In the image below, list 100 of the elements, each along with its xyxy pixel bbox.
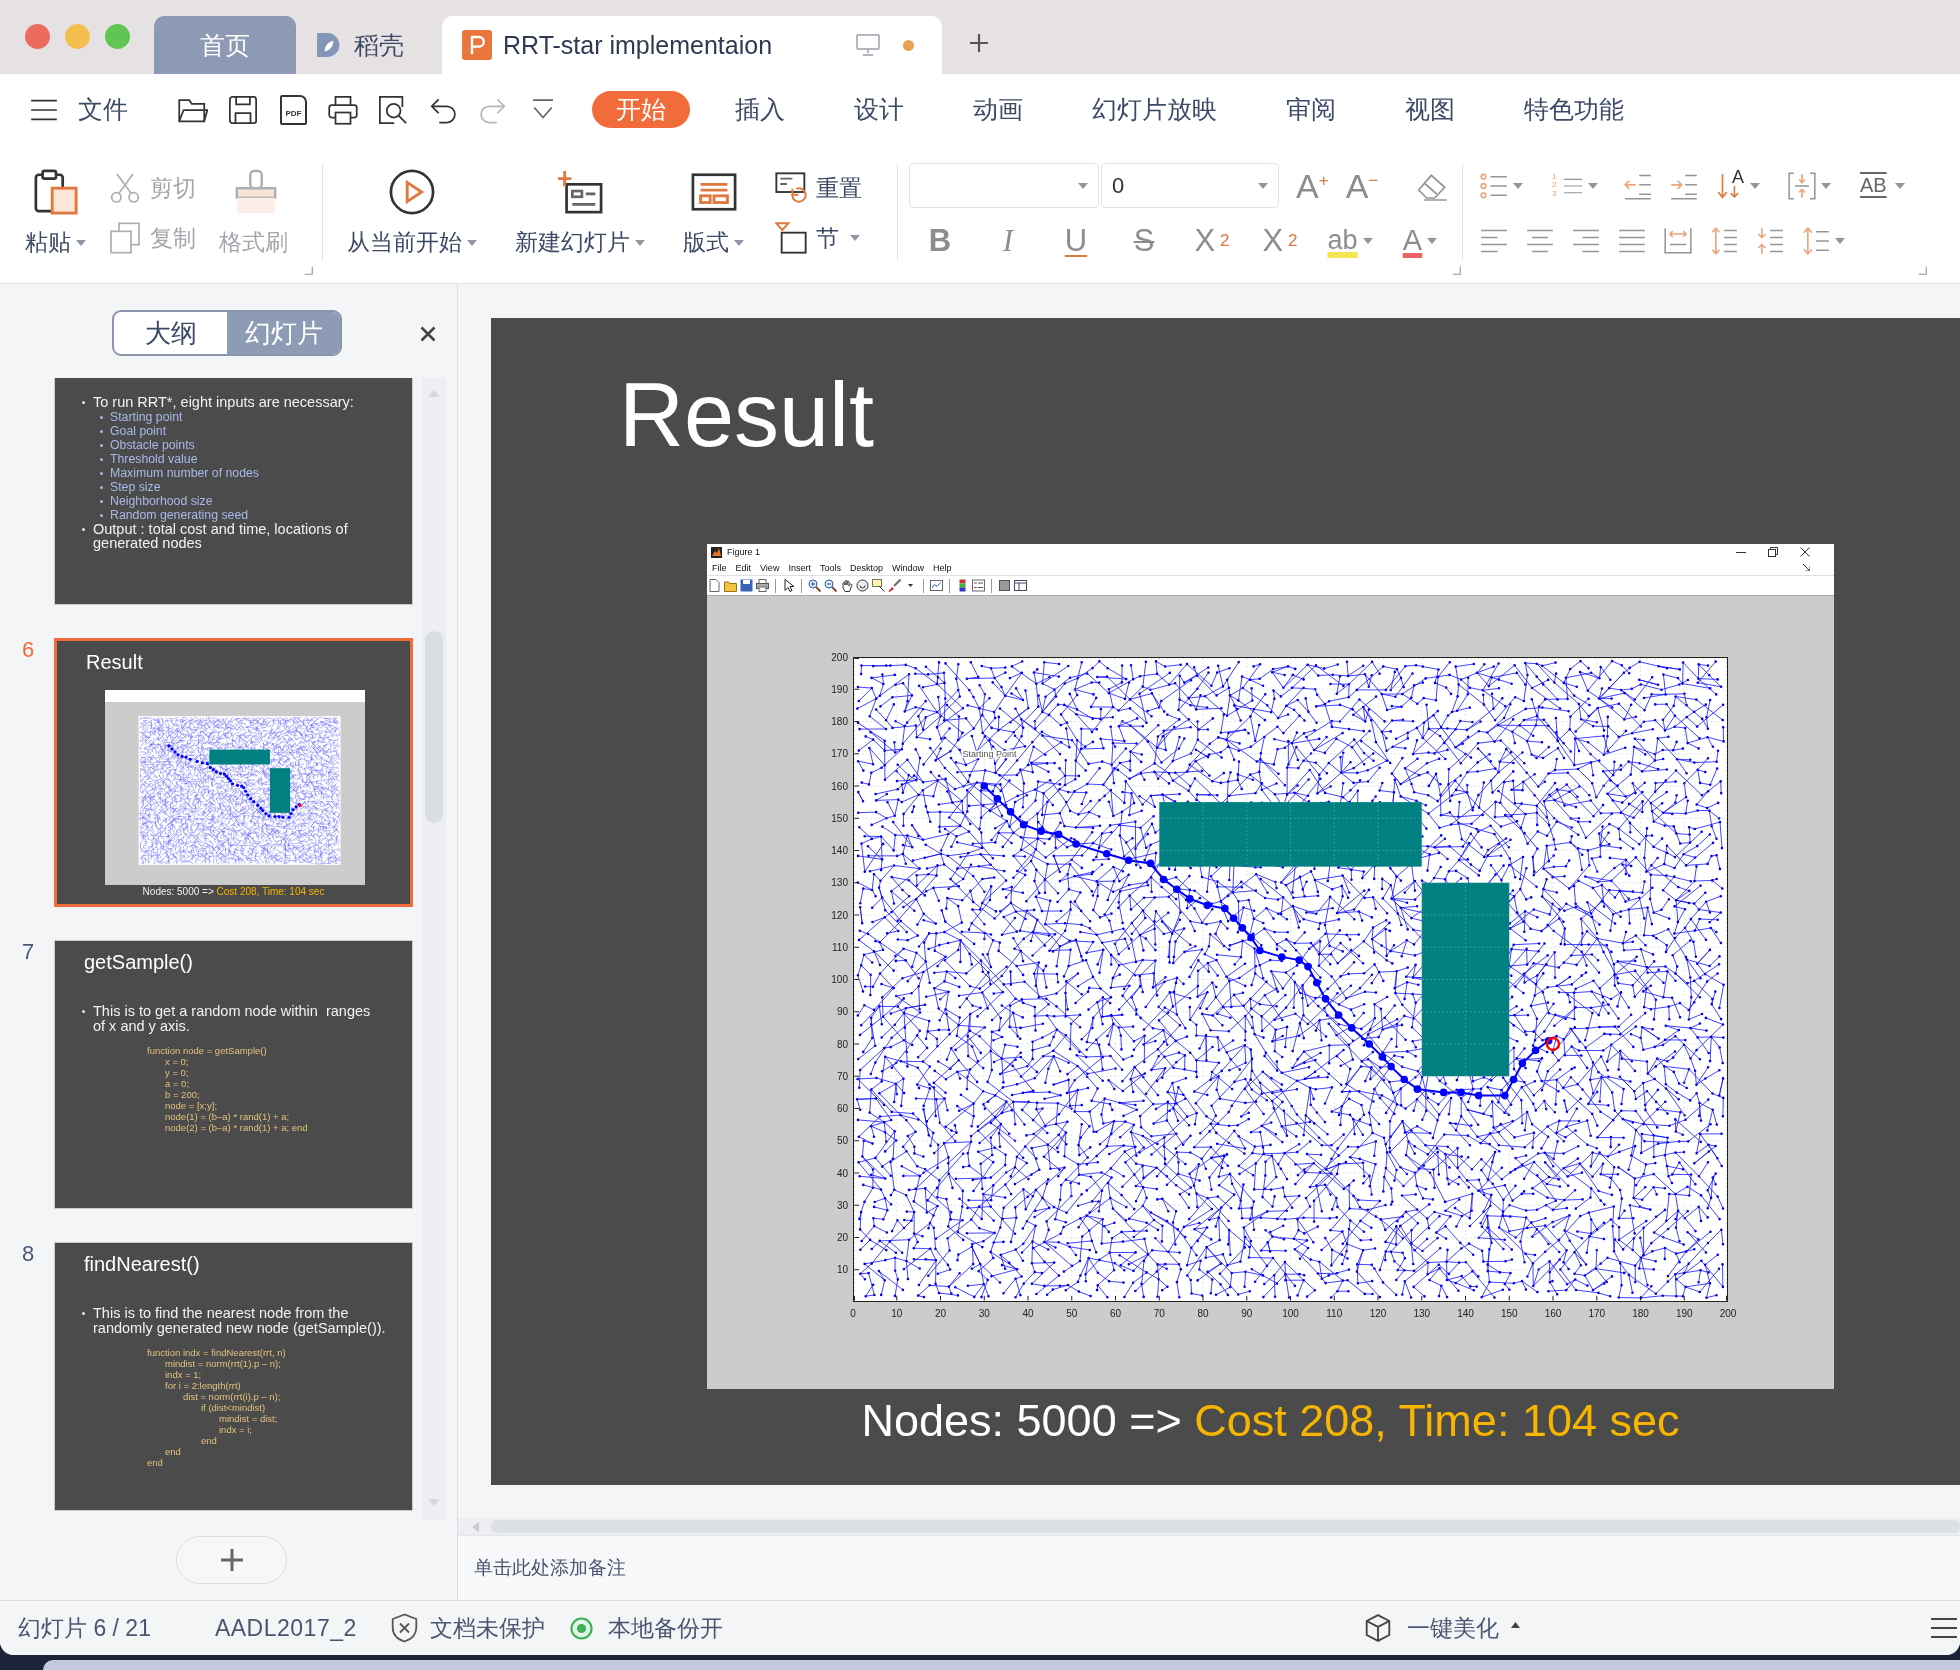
notes-field[interactable]: 单击此处添加备注 bbox=[458, 1536, 1960, 1600]
menu-lines-icon[interactable] bbox=[1930, 1616, 1958, 1640]
protection-status-button[interactable]: 文档未保护 bbox=[390, 1612, 545, 1644]
square-icon[interactable] bbox=[998, 579, 1011, 592]
restore-icon[interactable] bbox=[1768, 547, 1778, 557]
code-line: mindist = dist; bbox=[219, 1413, 278, 1424]
window-tab[interactable]: 稻壳 bbox=[316, 16, 412, 74]
layout-button[interactable]: 版式 bbox=[676, 163, 751, 263]
axis-tick-label: 170 bbox=[1588, 1308, 1606, 1319]
path-point bbox=[1159, 875, 1168, 884]
arrows-icon bbox=[1716, 172, 1742, 199]
path-point bbox=[1172, 885, 1181, 893]
slide-thumbnail[interactable] bbox=[54, 1242, 413, 1511]
text-effect-button[interactable]: AB bbox=[1860, 166, 1914, 205]
slide-thumbnail[interactable] bbox=[54, 940, 413, 1209]
view-tab[interactable]: 大纲 bbox=[114, 312, 227, 354]
save-icon[interactable] bbox=[740, 579, 753, 592]
ribbon-tab[interactable]: 幻灯片放映 bbox=[1068, 91, 1241, 128]
axis-tick-label: 20 bbox=[836, 1232, 848, 1243]
path-point bbox=[1365, 1040, 1374, 1048]
axis-tick-label: 50 bbox=[1066, 1308, 1078, 1319]
close-icon[interactable] bbox=[1800, 547, 1810, 557]
reset-button[interactable]: 重置 bbox=[775, 163, 862, 213]
ribbon-tab[interactable]: 特色功能 bbox=[1500, 91, 1648, 128]
paragraph-spacing-icon[interactable] bbox=[1710, 226, 1738, 255]
path-point bbox=[1006, 808, 1015, 816]
menu-item[interactable]: View bbox=[760, 562, 780, 573]
paste-button[interactable]: 粘贴 bbox=[18, 163, 93, 263]
vertical-scrollbar[interactable] bbox=[422, 378, 446, 1520]
caret-icon bbox=[1078, 182, 1088, 189]
data-cursor-icon[interactable] bbox=[872, 579, 885, 592]
menu-item[interactable]: Edit bbox=[735, 562, 752, 573]
path-point bbox=[1054, 830, 1063, 839]
new-file-icon[interactable] bbox=[708, 579, 721, 592]
distribute-icon[interactable] bbox=[1664, 226, 1692, 255]
goal-marker bbox=[1545, 1036, 1561, 1052]
path-point bbox=[1509, 1075, 1518, 1084]
ribbon-tab[interactable]: 审阅 bbox=[1262, 91, 1360, 128]
code-line: node = [x;y]; bbox=[165, 1100, 218, 1111]
hand-icon[interactable] bbox=[840, 579, 853, 592]
menu-item[interactable]: Help bbox=[932, 562, 952, 573]
menu-item[interactable]: Insert bbox=[788, 562, 811, 573]
legend-icon[interactable] bbox=[972, 579, 985, 592]
caret-icon bbox=[1511, 1622, 1520, 1628]
bullet-text: Maximum number of nodes bbox=[110, 465, 259, 480]
menu-item[interactable]: Tools bbox=[819, 562, 841, 573]
print-preview-icon[interactable] bbox=[378, 94, 408, 125]
path-point bbox=[1474, 1091, 1483, 1100]
section-icon bbox=[775, 222, 807, 254]
path-point bbox=[1312, 978, 1321, 987]
export-pdf-button[interactable]: PDF bbox=[280, 94, 307, 125]
slide-thumbnail[interactable] bbox=[54, 378, 413, 605]
path-point bbox=[1146, 859, 1155, 868]
line-spacing-icon bbox=[1802, 226, 1830, 255]
axis-tick-label: 200 bbox=[1719, 1308, 1737, 1319]
peak-logo-icon bbox=[711, 546, 722, 558]
menu-item[interactable]: File bbox=[712, 562, 727, 573]
ribbon-tab[interactable]: 插入 bbox=[711, 91, 809, 128]
bullet-icon bbox=[100, 429, 103, 433]
slide-thumbnail[interactable]: Result Nodes: 5000 => Cost 208, Time: 104 sec bbox=[54, 638, 413, 907]
font-size-field[interactable]: 0 bbox=[1101, 163, 1279, 208]
text-direction-button[interactable]: A bbox=[1716, 166, 1770, 205]
reset-icon bbox=[775, 172, 807, 204]
window-panel-icon[interactable] bbox=[1014, 579, 1027, 592]
menu-item[interactable]: Window bbox=[891, 562, 924, 573]
rotate-icon[interactable] bbox=[856, 579, 869, 592]
file-menu-button[interactable]: 文件 bbox=[78, 93, 128, 126]
dock-arrow-icon[interactable] bbox=[1803, 564, 1810, 571]
pointer-icon[interactable] bbox=[782, 579, 795, 592]
ribbon-tab[interactable]: 动画 bbox=[949, 91, 1047, 128]
brush-icon[interactable] bbox=[888, 579, 901, 592]
path-point bbox=[1037, 827, 1045, 835]
close-icon[interactable] bbox=[420, 326, 436, 342]
caption-text: Nodes: 5000 => Cost 208, Time: 104 sec bbox=[861, 1394, 1680, 1448]
bullet-text: Obstacle points bbox=[110, 437, 195, 452]
start-from-current-button[interactable]: 从当前开始 bbox=[340, 163, 484, 263]
section-button[interactable]: 节 bbox=[775, 213, 862, 263]
print-icon[interactable] bbox=[756, 579, 769, 592]
axis-tick-label: 90 bbox=[1241, 1308, 1253, 1319]
ribbon-tab[interactable]: 视图 bbox=[1381, 91, 1479, 128]
ribbon-tab[interactable]: 设计 bbox=[830, 91, 928, 128]
slide-title: Result bbox=[619, 364, 875, 467]
save-icon[interactable] bbox=[228, 94, 258, 125]
zoom-out-icon[interactable] bbox=[824, 579, 837, 592]
line-chart-icon[interactable] bbox=[930, 579, 943, 592]
print-icon[interactable] bbox=[328, 94, 358, 125]
path-point bbox=[1544, 1036, 1553, 1045]
zoom-in-icon[interactable] bbox=[808, 579, 821, 592]
menu-item[interactable]: Desktop bbox=[849, 562, 883, 573]
backup-status-button[interactable]: 本地备份开 bbox=[569, 1612, 723, 1644]
window-tab[interactable]: RRT-star implementaion bbox=[442, 16, 942, 74]
horizontal-scrollbar[interactable] bbox=[458, 1518, 1960, 1535]
new-slide-button[interactable]: 新建幻灯片 bbox=[508, 163, 652, 263]
bullet-icon bbox=[100, 471, 103, 475]
beautify-button[interactable]: 一键美化 bbox=[1365, 1612, 1520, 1644]
new-tab-icon[interactable] bbox=[969, 33, 989, 53]
line-spacing-reduce-icon[interactable] bbox=[1756, 226, 1784, 255]
axis-tick-label: 60 bbox=[1109, 1308, 1122, 1319]
font-name-field[interactable] bbox=[909, 163, 1099, 208]
axis-tick-label: 110 bbox=[1326, 1308, 1343, 1319]
